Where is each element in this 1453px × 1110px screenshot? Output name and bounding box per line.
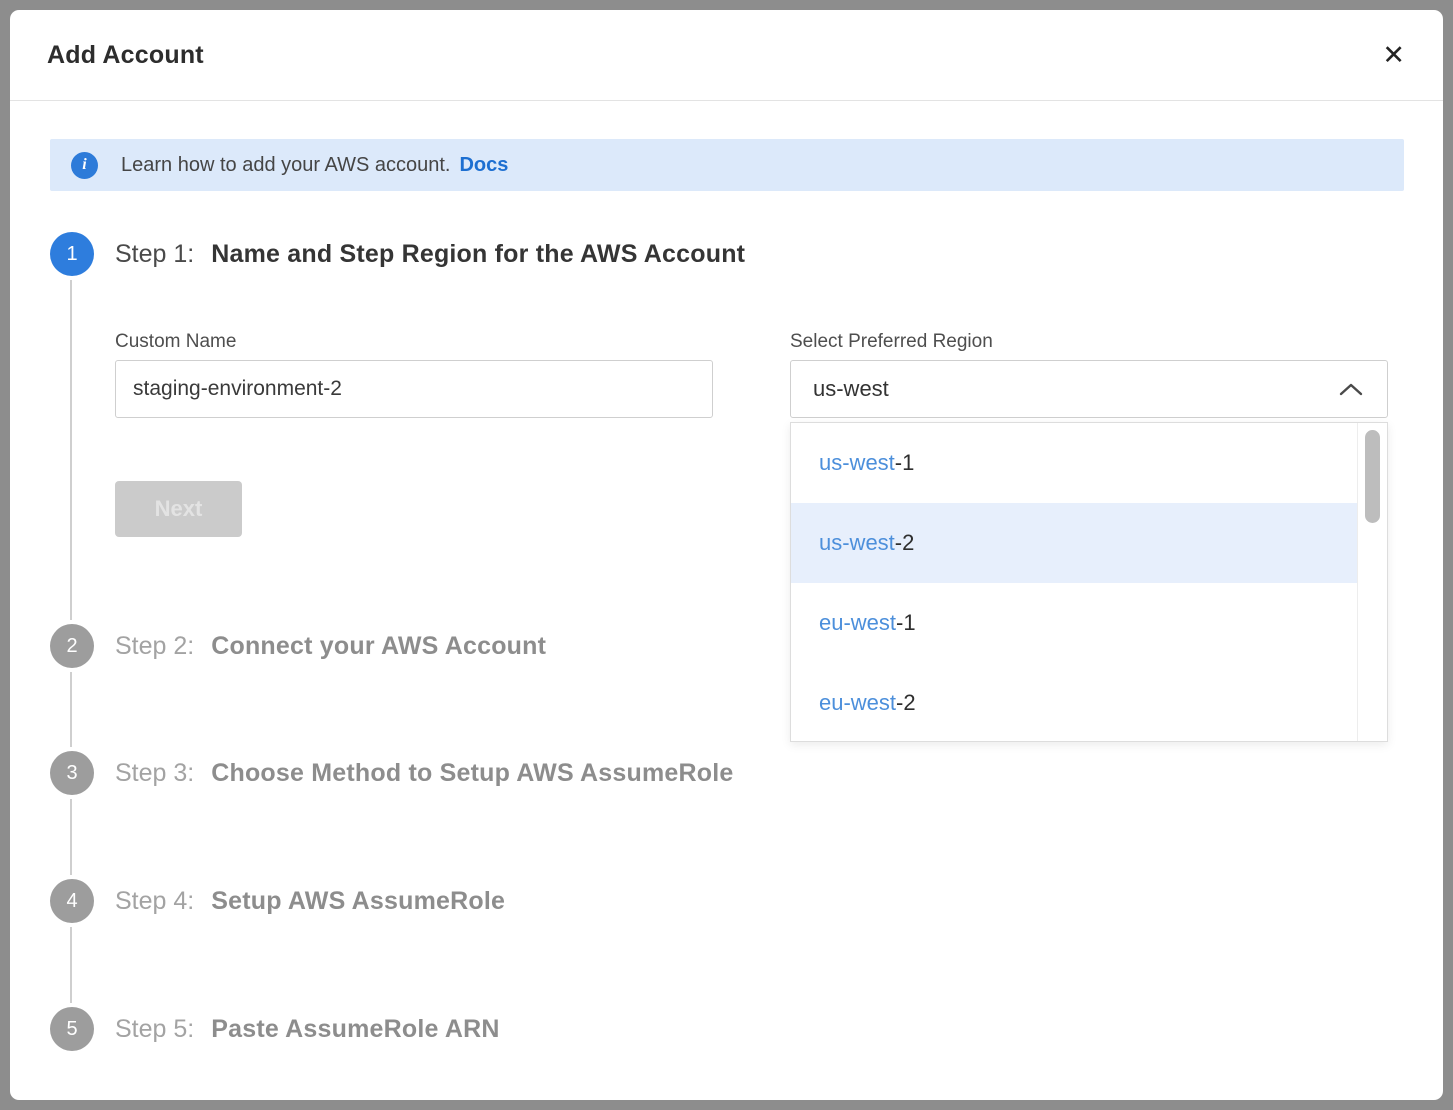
region-option-eu-west-1[interactable]: eu-west-1: [791, 583, 1357, 663]
option-rest-text: -1: [896, 610, 916, 636]
modal-header: Add Account ✕: [10, 10, 1443, 101]
step-indicator-5: 5: [50, 1007, 94, 1051]
region-label: Select Preferred Region: [790, 331, 993, 353]
dropdown-scrollbar-thumb[interactable]: [1365, 430, 1380, 523]
step-label: Step 2:: [115, 632, 194, 661]
step-indicator-1: 1: [50, 232, 94, 276]
region-select[interactable]: us-west: [790, 360, 1388, 418]
option-match-text: eu-west: [819, 690, 896, 716]
step-title: Connect your AWS Account: [211, 632, 546, 661]
close-icon: ✕: [1382, 40, 1405, 70]
step-title: Setup AWS AssumeRole: [211, 887, 505, 916]
info-icon: i: [71, 152, 98, 179]
modal-title: Add Account: [47, 41, 204, 70]
step-indicator-3: 3: [50, 751, 94, 795]
close-button[interactable]: ✕: [1382, 42, 1405, 69]
banner-text: Learn how to add your AWS account.: [121, 154, 450, 177]
info-banner: i Learn how to add your AWS account. Doc…: [50, 139, 1404, 191]
option-match-text: us-west: [819, 530, 895, 556]
step-5-heading: Step 5: Paste AssumeRole ARN: [115, 1007, 500, 1051]
step-label: Step 4:: [115, 887, 194, 916]
option-match-text: us-west: [819, 450, 895, 476]
step-connector: [70, 672, 72, 747]
region-option-us-west-2[interactable]: us-west-2: [791, 503, 1357, 583]
step-label: Step 1:: [115, 240, 194, 269]
next-button[interactable]: Next: [115, 481, 242, 537]
region-dropdown: us-west-1 us-west-2 eu-west-1 eu-west-2: [790, 422, 1388, 742]
step-4-heading: Step 4: Setup AWS AssumeRole: [115, 879, 505, 923]
docs-link[interactable]: Docs: [459, 154, 508, 177]
step-number: 1: [66, 243, 77, 266]
region-option-us-west-1[interactable]: us-west-1: [791, 423, 1357, 503]
step-1-heading: Step 1: Name and Step Region for the AWS…: [115, 232, 745, 276]
step-indicator-2: 2: [50, 624, 94, 668]
step-number: 3: [66, 762, 77, 785]
step-connector: [70, 280, 72, 620]
option-rest-text: -2: [896, 690, 916, 716]
step-connector: [70, 799, 72, 875]
step-title: Name and Step Region for the AWS Account: [211, 240, 745, 269]
step-indicator-4: 4: [50, 879, 94, 923]
step-connector: [70, 927, 72, 1003]
chevron-up-icon: [1339, 383, 1363, 396]
option-rest-text: -1: [895, 450, 915, 476]
step-3-heading: Step 3: Choose Method to Setup AWS Assum…: [115, 751, 733, 795]
step-title: Choose Method to Setup AWS AssumeRole: [211, 759, 733, 788]
step-number: 4: [66, 890, 77, 913]
step-label: Step 5:: [115, 1015, 194, 1044]
step-title: Paste AssumeRole ARN: [211, 1015, 499, 1044]
add-account-modal: Add Account ✕ i Learn how to add your AW…: [10, 10, 1443, 1100]
option-match-text: eu-west: [819, 610, 896, 636]
region-select-value: us-west: [813, 376, 889, 402]
custom-name-label: Custom Name: [115, 331, 236, 353]
region-option-eu-west-2[interactable]: eu-west-2: [791, 663, 1357, 743]
step-number: 2: [66, 635, 77, 658]
dropdown-scrollbar-track: [1357, 423, 1387, 741]
step-number: 5: [66, 1018, 77, 1041]
custom-name-input[interactable]: [115, 360, 713, 418]
step-label: Step 3:: [115, 759, 194, 788]
option-rest-text: -2: [895, 530, 915, 556]
step-2-heading: Step 2: Connect your AWS Account: [115, 624, 546, 668]
